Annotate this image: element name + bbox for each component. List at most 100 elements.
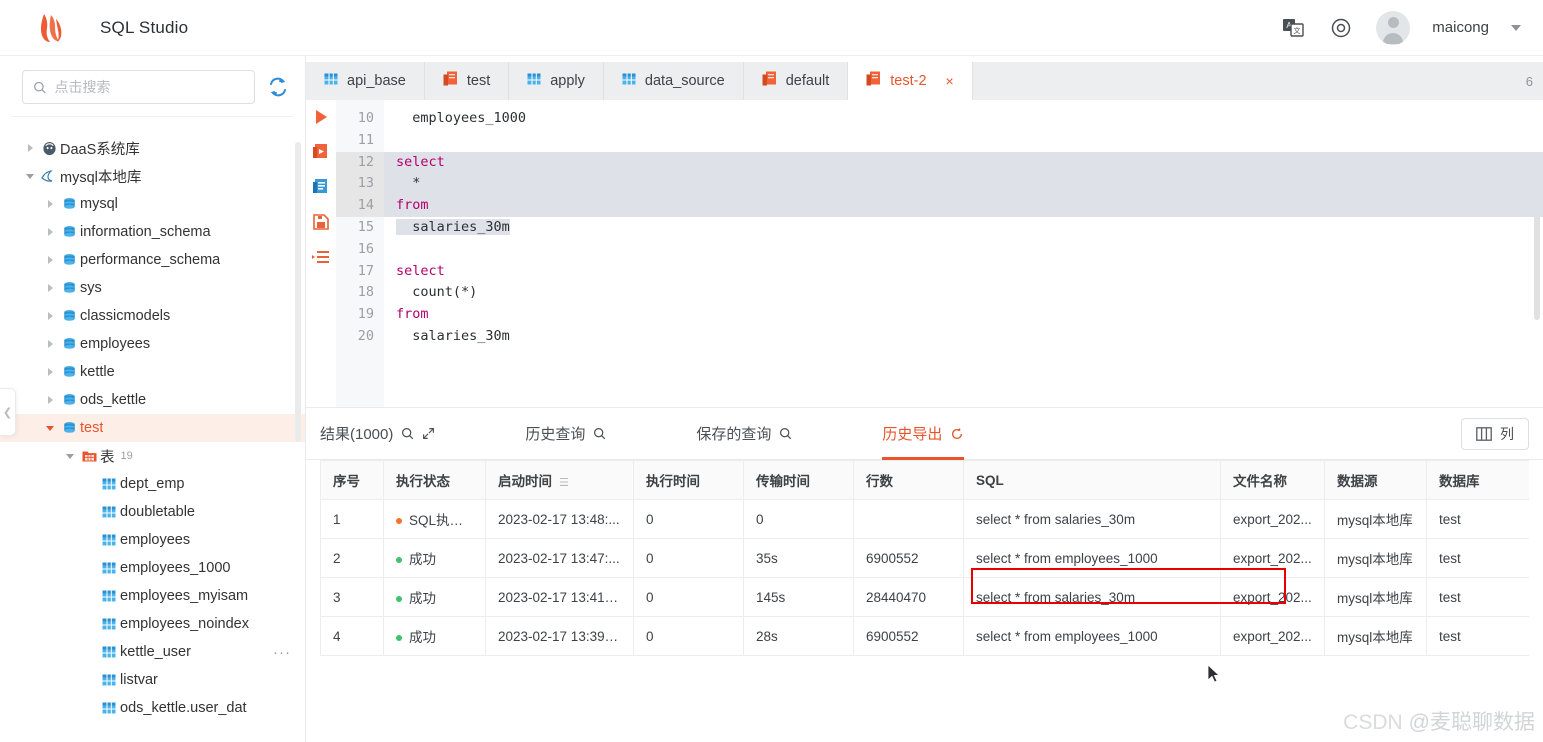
database-icon <box>63 225 75 237</box>
table-header-cell[interactable]: 执行状态 <box>383 460 486 500</box>
tree-toggle-arrow[interactable] <box>22 173 38 179</box>
editor-tab-label: api_base <box>347 73 406 89</box>
tree-node-doubletable[interactable]: doubletable <box>0 498 305 526</box>
tree-toggle-arrow[interactable] <box>42 368 58 376</box>
tree-node-label: DaaS系统库 <box>60 141 140 158</box>
table-header-cell[interactable]: 传输时间 <box>743 460 854 500</box>
table-header-cell[interactable]: 执行时间 <box>633 460 744 500</box>
tree-toggle-arrow[interactable] <box>42 284 58 292</box>
editor-tab-default[interactable]: default <box>743 62 849 100</box>
table-header-cell[interactable]: 启动时间 ☰ <box>485 460 634 500</box>
code-area[interactable]: employees_1000 select * from salaries_30m s… <box>384 100 1543 407</box>
tree-toggle-arrow[interactable] <box>42 312 58 320</box>
tree-node-ods_kettle-user_dat[interactable]: ods_kettle.user_dat <box>0 694 305 722</box>
logo-container[interactable] <box>0 12 100 44</box>
tree-toggle-arrow[interactable] <box>42 425 58 431</box>
tree-node-employees_noindex[interactable]: employees_noindex <box>0 610 305 638</box>
format-doc-icon[interactable] <box>312 178 330 196</box>
sidebar-collapse-handle[interactable]: ❮ <box>0 388 16 436</box>
tree-toggle-arrow[interactable] <box>62 453 78 459</box>
sql-editor: 10 11 12 13 14 15 16 17 18 19 20 employees_1000 sel… <box>306 100 1543 408</box>
table-icon <box>102 674 116 686</box>
refresh-icon <box>952 427 963 439</box>
tree-node-employees[interactable]: employees <box>0 526 305 554</box>
search-input[interactable] <box>54 79 244 95</box>
search-box[interactable] <box>22 70 255 104</box>
tree-node-test[interactable]: test <box>0 414 305 442</box>
run-script-icon[interactable] <box>312 143 330 161</box>
close-icon[interactable]: × <box>946 73 954 89</box>
tree-node-ods_kettle[interactable]: ods_kettle <box>0 386 305 414</box>
sync-refresh-icon[interactable] <box>267 76 289 98</box>
table-cell-文件名称: export_202... <box>1220 499 1325 539</box>
tree-node-kettle[interactable]: kettle <box>0 358 305 386</box>
outline-list-icon[interactable] <box>312 248 330 266</box>
table-cell-执行时间: 0 <box>633 499 744 539</box>
tree-node-more-icon[interactable]: ··· <box>273 644 291 661</box>
editor-tab-test[interactable]: test <box>424 62 510 100</box>
editor-tab-apply[interactable]: apply <box>509 62 604 100</box>
tree-toggle-arrow[interactable] <box>42 396 58 404</box>
table-header-cell[interactable]: 文件名称 <box>1220 460 1325 500</box>
table-row[interactable]: 3 成功 2023-02-17 13:41:29 0 145s 28440470 selec… <box>320 577 1529 617</box>
table-cell-执行状态: 成功 <box>383 577 486 617</box>
tree-node-mysql本地库[interactable]: mysql本地库 <box>0 162 305 190</box>
tree-node-employees_1000[interactable]: employees_1000 <box>0 554 305 582</box>
table-row[interactable]: 4 成功 2023-02-17 13:39:14 0 28s 6900552 select … <box>320 616 1529 656</box>
result-tab-label: 历史导出 <box>882 426 943 443</box>
editor-tab-test-2[interactable]: test-2 × <box>848 62 973 100</box>
tree-node-employees_myisam[interactable]: employees_myisam <box>0 582 305 610</box>
status-dot <box>396 518 402 525</box>
table-cell-行数: 6900552 <box>853 616 964 656</box>
editor-toolbar <box>306 100 336 407</box>
avatar[interactable] <box>1376 10 1411 45</box>
result-tab-0[interactable]: 结果(1000) <box>320 408 435 460</box>
editor-tab-label: data_source <box>644 73 725 89</box>
table-header-cell[interactable]: 行数 <box>853 460 964 500</box>
tree-node-listvar[interactable]: listvar <box>0 666 305 694</box>
save-icon[interactable] <box>312 213 330 231</box>
translate-icon[interactable]: A 文 <box>1280 15 1306 41</box>
tree-toggle-arrow[interactable] <box>42 200 58 208</box>
table-header-cell[interactable]: 数据源 <box>1324 460 1427 500</box>
tree-node-sys[interactable]: sys <box>0 274 305 302</box>
tree-node-performance_schema[interactable]: performance_schema <box>0 246 305 274</box>
tree-node-information_schema[interactable]: information_schema <box>0 218 305 246</box>
sidebar-divider <box>12 116 293 117</box>
editor-tab-api_base[interactable]: api_base <box>306 62 425 100</box>
table-row[interactable]: 1 SQL执行中 2023-02-17 13:48:... 0 0 select * fr… <box>320 499 1529 539</box>
result-tab-3[interactable]: 历史导出 <box>882 408 965 460</box>
result-tab-2[interactable]: 保存的查询 <box>696 408 792 460</box>
sidebar: DaaS系统库 mysql本地库 mysql information_schemape… <box>0 56 306 742</box>
table-header-cell[interactable]: 数据库 <box>1426 460 1529 500</box>
tree-node-kettle_user[interactable]: kettle_user ··· <box>0 638 305 666</box>
tree-toggle-arrow[interactable] <box>42 340 58 348</box>
table-row[interactable]: 2 成功 2023-02-17 13:47:... 0 35s 6900552 select… <box>320 538 1529 578</box>
columns-button[interactable]: 列 <box>1461 417 1529 450</box>
tree-toggle-arrow[interactable] <box>22 144 38 152</box>
sql-keyword: from <box>396 197 429 214</box>
table-cell-序号: 1 <box>320 499 384 539</box>
database-icon <box>58 365 80 380</box>
tree-node-employees[interactable]: employees <box>0 330 305 358</box>
sidebar-scrollbar[interactable] <box>295 142 301 442</box>
run-icon[interactable] <box>312 108 330 126</box>
tree-node-dept_emp[interactable]: dept_emp <box>0 470 305 498</box>
tree-node-表[interactable]: 表 19 <box>0 442 305 470</box>
sql-studio-app: SQL Studio A 文 maicong 点击搜索 DaaS系统库 mysq… <box>0 0 1543 742</box>
tree-node-classicmodels[interactable]: classicmodels <box>0 302 305 330</box>
chevron-down-icon[interactable] <box>1511 24 1521 31</box>
table-header-cell[interactable]: 序号 <box>320 460 384 500</box>
tree-toggle-arrow[interactable] <box>42 256 58 264</box>
result-tab-1[interactable]: 历史查询 <box>525 408 606 460</box>
editor-tab-data_source[interactable]: data_source <box>603 62 744 100</box>
tree-toggle-arrow[interactable] <box>42 228 58 236</box>
target-settings-icon[interactable] <box>1328 15 1354 41</box>
username-label[interactable]: maicong <box>1432 19 1489 36</box>
tree-node-daas系统库[interactable]: DaaS系统库 <box>0 134 305 162</box>
tree-node-mysql[interactable]: mysql <box>0 190 305 218</box>
tree-node-label: 表 <box>100 449 115 466</box>
table-header-cell[interactable]: SQL <box>963 460 1221 500</box>
sort-icon[interactable]: ☰ <box>559 476 569 489</box>
